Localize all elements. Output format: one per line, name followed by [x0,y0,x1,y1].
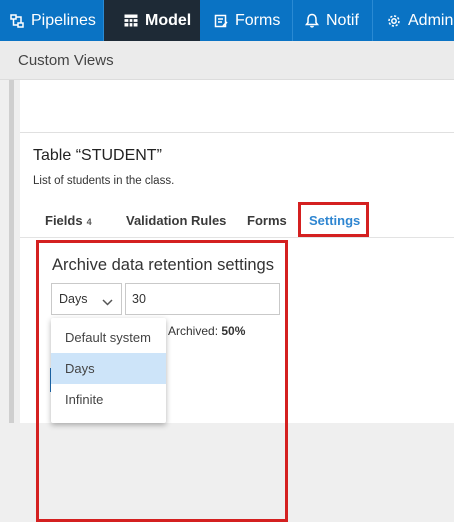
nav-tab-label: Pipelines [31,11,96,29]
forms-icon [214,14,228,28]
dropdown-option-days[interactable]: Days [51,353,166,384]
page-title: Custom Views [18,52,114,69]
table-card: Table “STUDENT” List of students in the … [20,80,454,522]
nav-tab-label: Admin [408,11,454,29]
settings-tab-highlight [298,202,369,237]
tabs-underline [20,237,454,238]
archived-label: Archived: [168,324,219,338]
nav-tab-notif[interactable]: Notif [293,0,373,41]
top-navigation: Pipelines Model Forms Notif Admin [0,0,454,41]
table-title: Table “STUDENT” [33,147,162,164]
nav-tab-label: Model [145,11,192,29]
archived-value: 50% [221,324,246,338]
chevron-down-icon [102,295,113,309]
bell-icon [305,13,319,28]
card-divider [20,132,454,133]
table-description: List of students in the class. [33,175,175,187]
archived-status: Archived: 50% [168,324,245,338]
tab-fields[interactable]: Fields 4 [45,213,92,228]
tab-fields-label: Fields [45,213,83,228]
left-gutter-bar [9,80,14,423]
nav-tab-label: Notif [326,11,359,29]
pipelines-icon [10,13,24,28]
retention-unit-value: Days [59,292,88,306]
dropdown-option-default-system[interactable]: Default system [51,322,166,353]
dropdown-option-infinite[interactable]: Infinite [51,384,166,415]
gear-icon [387,14,401,28]
tab-validation-rules[interactable]: Validation Rules [126,213,226,228]
nav-tab-model[interactable]: Model [104,0,200,41]
nav-tab-label: Forms [235,11,281,29]
tab-forms[interactable]: Forms [247,213,287,228]
fields-count-badge: 4 [86,216,92,227]
sub-header: Custom Views [0,41,454,80]
nav-tab-admin[interactable]: Admin [373,0,454,41]
retention-heading: Archive data retention settings [52,256,274,274]
nav-tab-forms[interactable]: Forms [200,0,293,41]
retention-unit-select[interactable]: Days [51,283,122,315]
table-icon [124,14,138,27]
nav-tab-pipelines[interactable]: Pipelines [0,0,104,41]
retention-unit-dropdown: Default system Days Infinite [51,318,166,423]
retention-value-input[interactable] [125,283,280,315]
